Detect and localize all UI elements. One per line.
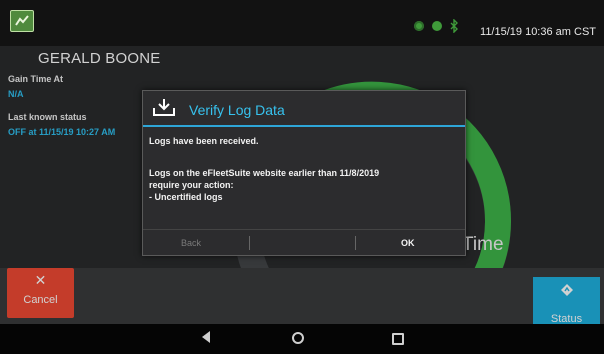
dialog-message-uncertified: - Uncertified logs bbox=[149, 192, 223, 202]
device-screen: 11/15/19 10:36 am CST GERALD BOONE Gain … bbox=[0, 0, 604, 354]
cellular-icon bbox=[432, 21, 442, 31]
download-icon bbox=[153, 99, 175, 116]
dialog-divider bbox=[143, 125, 465, 127]
divider bbox=[355, 236, 356, 250]
bluetooth-icon bbox=[450, 19, 458, 33]
verify-log-dialog: Verify Log Data Logs have been received.… bbox=[142, 90, 466, 256]
nav-home-icon[interactable] bbox=[292, 332, 304, 344]
back-button[interactable]: Back bbox=[181, 238, 201, 248]
dialog-title: Verify Log Data bbox=[189, 102, 285, 118]
dialog-message-received: Logs have been received. bbox=[149, 136, 259, 146]
status-bar: 11/15/19 10:36 am CST bbox=[0, 0, 604, 46]
nav-recents-icon[interactable] bbox=[392, 333, 404, 345]
dialog-message-action: require your action: bbox=[149, 180, 234, 190]
dialog-actions: Back OK bbox=[143, 229, 465, 256]
ok-button[interactable]: OK bbox=[401, 238, 415, 248]
divider bbox=[249, 236, 250, 250]
app-logo-icon[interactable] bbox=[10, 10, 34, 32]
status-datetime: 11/15/19 10:36 am CST bbox=[480, 26, 596, 38]
dialog-message-website: Logs on the eFleetSuite website earlier … bbox=[149, 168, 380, 178]
gps-icon bbox=[414, 21, 424, 31]
nav-back-icon[interactable] bbox=[200, 330, 212, 344]
